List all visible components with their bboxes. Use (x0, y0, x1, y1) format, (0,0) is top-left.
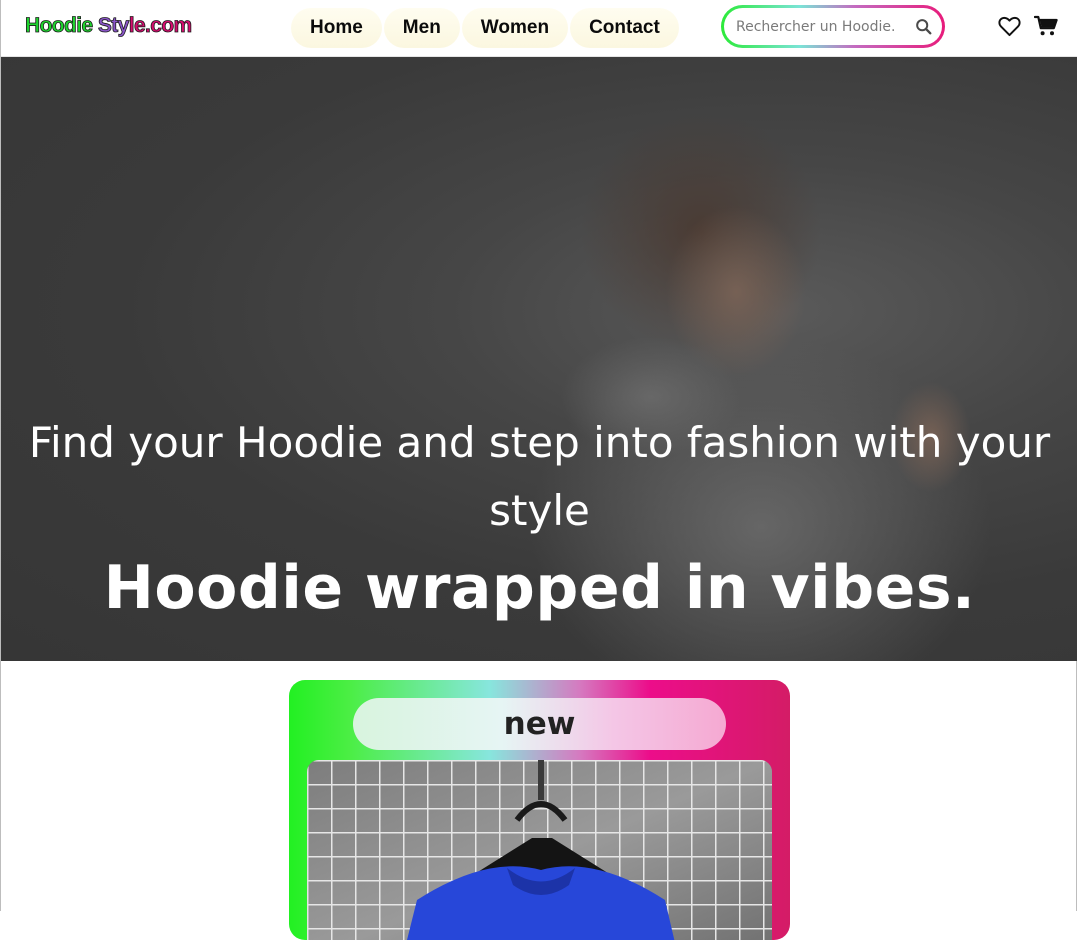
hoodie-on-grid-illustration (307, 760, 772, 940)
main-nav: Home Men Women Contact (291, 8, 679, 48)
hero-banner: Find your Hoodie and step into fashion w… (1, 57, 1077, 661)
hero-tagline: Find your Hoodie and step into fashion w… (28, 418, 1051, 535)
product-image[interactable] (307, 760, 772, 940)
new-badge: new (353, 698, 726, 750)
site-logo[interactable]: Hoodie Style.com (25, 14, 193, 38)
nav-item-women[interactable]: Women (461, 8, 569, 48)
nav-item-contact[interactable]: Contact (570, 8, 679, 48)
cart-icon[interactable] (1034, 15, 1058, 37)
search-box-inner (724, 8, 942, 45)
search-icon[interactable] (915, 18, 933, 36)
logo-part-sty: Sty (97, 14, 129, 38)
nav-item-men[interactable]: Men (383, 8, 460, 48)
navbar: Hoodie Style.com Home Men Women Contact (1, 0, 1077, 57)
logo-part-hoodie: Hoodie (25, 14, 94, 38)
search-input[interactable] (736, 8, 896, 45)
search-box (721, 5, 945, 48)
nav-item-home[interactable]: Home (291, 8, 382, 48)
hero-headline: Hoodie wrapped in vibes. (103, 553, 976, 623)
product-card[interactable]: new (289, 680, 790, 940)
logo-part-domain: le.com (128, 14, 192, 38)
heart-icon[interactable] (998, 15, 1021, 37)
